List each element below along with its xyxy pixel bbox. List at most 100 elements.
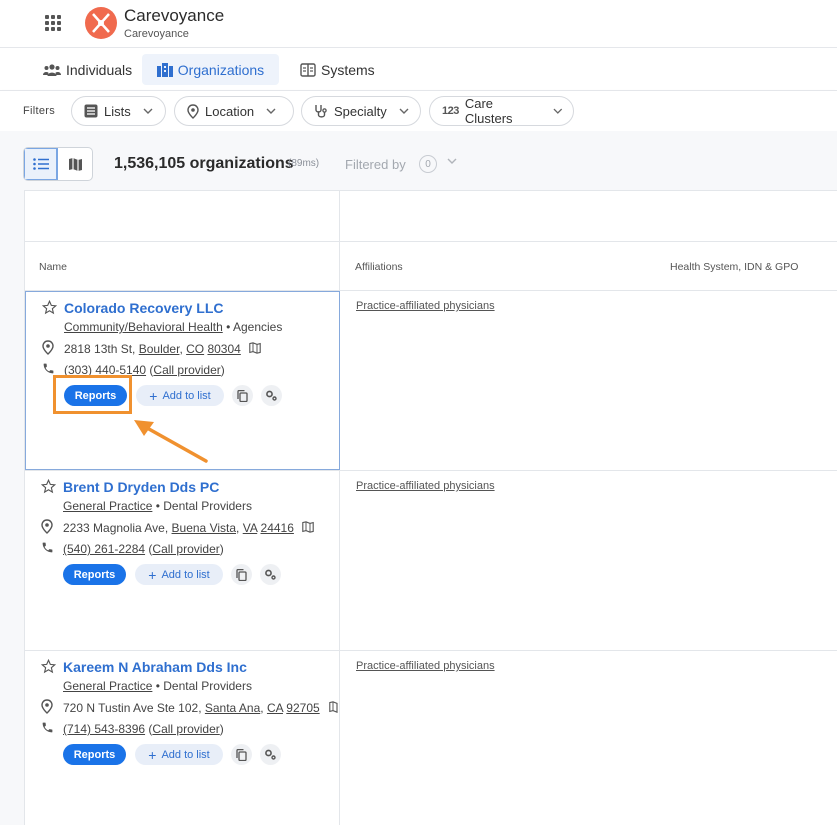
- filter-chip-specialty[interactable]: Specialty: [301, 96, 421, 126]
- reports-button[interactable]: Reports: [63, 564, 126, 585]
- copy-button[interactable]: [231, 744, 252, 765]
- arrow-annotation-icon: [134, 420, 208, 463]
- copy-button[interactable]: [232, 385, 253, 406]
- add-to-list-button[interactable]: + Add to list: [136, 385, 224, 406]
- filter-chip-care-clusters[interactable]: 123 Care Clusters: [429, 96, 574, 126]
- zip-link[interactable]: 24416: [261, 521, 294, 535]
- map-icon[interactable]: [249, 342, 261, 354]
- star-icon[interactable]: [41, 659, 56, 674]
- list-view-icon: [32, 158, 49, 170]
- phone-icon: [42, 542, 53, 553]
- location-pin-icon: [41, 699, 53, 714]
- list-view-button[interactable]: [24, 148, 59, 180]
- add-to-list-button[interactable]: + Add to list: [135, 564, 223, 585]
- copy-button[interactable]: [231, 564, 252, 585]
- filter-chip-care-clusters-label: Care Clusters: [464, 96, 513, 126]
- map-icon[interactable]: [328, 701, 338, 714]
- filtered-by-label[interactable]: Filtered by: [345, 157, 406, 172]
- phone-number: (540) 261-2284 (Call provider): [63, 542, 224, 556]
- subcategory: Dental Providers: [163, 499, 252, 513]
- column-divider: [339, 191, 340, 825]
- settings-button[interactable]: [261, 385, 282, 406]
- state-link[interactable]: CA: [267, 701, 283, 715]
- add-to-list-button[interactable]: + Add to list: [135, 744, 223, 765]
- organization-name-link[interactable]: Colorado Recovery LLC: [64, 300, 223, 316]
- organization-name-link[interactable]: Kareem N Abraham Dds Inc: [63, 659, 247, 675]
- chevron-down-icon: [553, 108, 563, 114]
- category-link[interactable]: General Practice: [63, 679, 152, 693]
- add-to-list-label: Add to list: [161, 748, 210, 761]
- apps-grid-icon[interactable]: [45, 15, 61, 31]
- separator: •: [152, 679, 164, 693]
- separator: •: [222, 320, 233, 334]
- tab-individuals-label: Individuals: [66, 61, 133, 78]
- location-pin-icon: [42, 340, 54, 355]
- phone-link[interactable]: (714) 543-8396: [63, 722, 145, 736]
- street: 2233 Magnolia Ave,: [63, 521, 172, 535]
- organization-address: 2233 Magnolia Ave, Buena Vista, VA 24416: [63, 521, 314, 535]
- add-to-list-label: Add to list: [162, 389, 211, 402]
- state-link[interactable]: VA: [243, 521, 257, 535]
- tab-organizations[interactable]: Organizations: [142, 54, 279, 85]
- plus-icon: +: [148, 566, 157, 583]
- organization-name-link[interactable]: Brent D Dryden Dds PC: [63, 479, 219, 495]
- view-toggle: [23, 147, 93, 181]
- category-link[interactable]: Community/Behavioral Health: [64, 320, 223, 334]
- phone-icon: [43, 363, 54, 374]
- separator: ,: [236, 521, 243, 535]
- filter-chip-specialty-label: Specialty: [334, 103, 387, 119]
- plus-icon: +: [148, 746, 157, 763]
- filter-chip-location[interactable]: Location: [174, 96, 294, 126]
- call-provider-link[interactable]: Call provider: [152, 542, 219, 556]
- copy-icon: [237, 389, 248, 402]
- zip-link[interactable]: 92705: [286, 701, 319, 715]
- people-icon: [43, 63, 61, 76]
- practice-affiliated-physicians-link[interactable]: Practice-affiliated physicians: [356, 660, 495, 672]
- star-icon[interactable]: [42, 300, 57, 315]
- results-count: 1,536,105 organizations: [114, 155, 294, 172]
- chevron-down-icon: [143, 108, 153, 114]
- city-link[interactable]: Boulder: [139, 342, 180, 356]
- tab-individuals[interactable]: Individuals: [37, 54, 138, 85]
- location-pin-icon: [187, 103, 199, 119]
- star-icon[interactable]: [41, 479, 56, 494]
- tab-systems[interactable]: Systems: [294, 54, 381, 85]
- practice-affiliated-physicians-link[interactable]: Practice-affiliated physicians: [356, 480, 495, 492]
- filters-label: Filters: [23, 105, 56, 117]
- chevron-down-icon: [399, 108, 409, 114]
- chevron-down-icon[interactable]: [447, 158, 457, 164]
- table-row[interactable]: Kareem N Abraham Dds Inc General Practic…: [25, 651, 339, 825]
- filter-chip-lists[interactable]: Lists: [71, 96, 166, 126]
- call-provider-link[interactable]: Call provider: [152, 722, 219, 736]
- phone-number: (714) 543-8396 (Call provider): [63, 722, 224, 736]
- map-view-button[interactable]: [58, 148, 92, 180]
- column-header-name[interactable]: Name: [39, 261, 67, 273]
- settings-button[interactable]: [260, 564, 281, 585]
- column-header-affiliations[interactable]: Affiliations: [355, 261, 403, 273]
- map-icon[interactable]: [302, 521, 314, 533]
- table-row[interactable]: Brent D Dryden Dds PC General Practice •…: [25, 471, 339, 650]
- building-icon: [156, 62, 173, 77]
- reports-button[interactable]: Reports: [63, 744, 126, 765]
- filtered-count-badge: 0: [419, 155, 437, 173]
- column-header-health-system[interactable]: Health System, IDN & GPO: [670, 261, 798, 273]
- header-divider: [25, 241, 837, 242]
- filter-chip-location-label: Location: [205, 103, 255, 119]
- state-link[interactable]: CO: [186, 342, 204, 356]
- city-link[interactable]: Buena Vista: [172, 521, 237, 535]
- phone-link[interactable]: (540) 261-2284: [63, 542, 145, 556]
- gears-icon: [265, 569, 276, 580]
- practice-affiliated-physicians-link[interactable]: Practice-affiliated physicians: [356, 300, 495, 312]
- city-link[interactable]: Santa Ana: [205, 701, 260, 715]
- category-link[interactable]: General Practice: [63, 499, 152, 513]
- top-bar: Carevoyance Carevoyance: [0, 0, 837, 48]
- copy-icon: [236, 748, 247, 761]
- call-provider-link[interactable]: Call provider: [153, 363, 220, 377]
- add-to-list-label: Add to list: [161, 568, 210, 581]
- subcategory: Dental Providers: [163, 679, 252, 693]
- zip-link[interactable]: 80304: [207, 342, 240, 356]
- tab-systems-label: Systems: [321, 61, 375, 78]
- street: 2818 13th St,: [64, 342, 139, 356]
- settings-button[interactable]: [260, 744, 281, 765]
- numbers-icon: 123: [442, 105, 459, 117]
